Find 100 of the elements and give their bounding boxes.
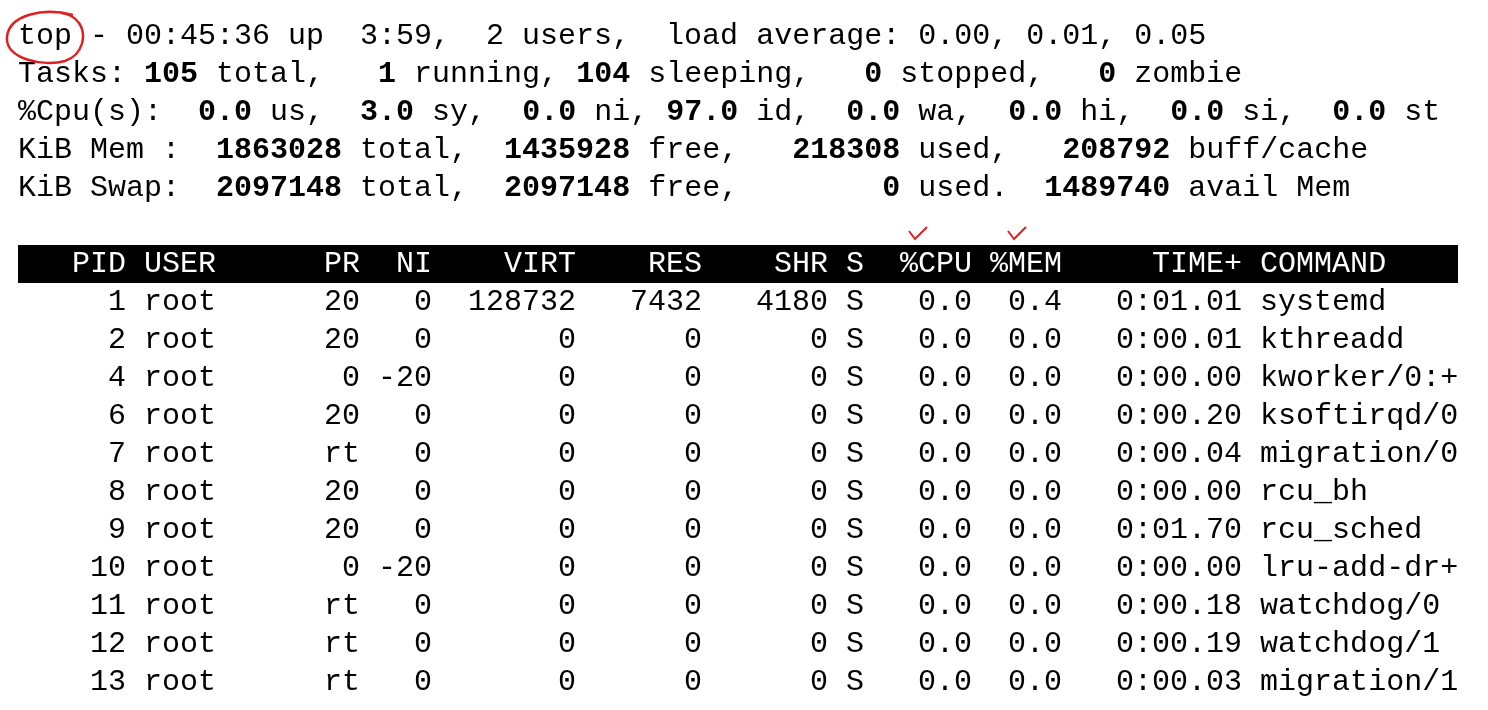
- table-cell-text: 0:00.04: [1115, 436, 1243, 473]
- table-cell-text: 0.0: [917, 398, 973, 435]
- table-cell-text: 0.0: [917, 512, 973, 549]
- table-cell-text: ksoftirqd/0: [1259, 398, 1459, 435]
- table-cell-text: 0: [557, 512, 577, 549]
- table-cell-text: 0.0: [917, 360, 973, 397]
- table-cell-text: root: [143, 284, 218, 321]
- table-cell-text: 0: [557, 664, 577, 701]
- table-cell-text: 0: [557, 436, 577, 473]
- column-header: %MEM: [989, 246, 1063, 283]
- summary-line: %Cpu(s): 0.0 us, 3.0 sy, 0.0 ni, 97.0 id, 0.0 wa, 0.0 hi, 0.0 si, 0.0 st: [18, 94, 1441, 131]
- table-cell-text: 0: [683, 664, 703, 701]
- table-cell-text: 0: [809, 398, 829, 435]
- table-cell-text: 0: [557, 588, 577, 625]
- table-cell-text: 4180: [755, 284, 829, 321]
- table-cell-text: 0: [413, 664, 433, 701]
- table-cell-text: 0.0: [917, 626, 973, 663]
- table-cell-text: 0: [557, 398, 577, 435]
- table-cell-text: 4: [107, 360, 126, 397]
- table-cell-text: -20: [377, 360, 433, 397]
- table-cell-text: 20: [323, 284, 361, 321]
- table-cell-text: rt: [323, 588, 361, 625]
- table-cell-text: 0: [809, 588, 829, 625]
- summary-line: Tasks: 105 total, 1 running, 104 sleeping, 0 stopped, 0 zombie: [18, 56, 1243, 93]
- table-cell-text: S: [845, 322, 865, 359]
- table-cell-text: 0: [413, 588, 433, 625]
- table-cell-text: S: [845, 284, 865, 321]
- table-cell-text: 0: [683, 436, 703, 473]
- table-cell-text: 0: [413, 322, 433, 359]
- table-cell-text: 20: [323, 398, 361, 435]
- table-cell-text: rt: [323, 664, 361, 701]
- table-cell-text: 7432: [629, 284, 703, 321]
- table-cell-text: 12: [89, 626, 126, 663]
- table-cell-text: watchdog/1: [1259, 626, 1442, 663]
- table-cell-text: 0.0: [917, 436, 973, 473]
- table-cell-text: rcu_bh: [1259, 474, 1370, 511]
- table-cell-text: 11: [89, 588, 126, 625]
- table-cell-text: 7: [107, 436, 126, 473]
- table-cell-text: kworker/0:+: [1259, 360, 1459, 397]
- table-cell-text: kthreadd: [1259, 322, 1406, 359]
- table-cell-text: 0: [413, 626, 433, 663]
- table-cell-text: 0: [809, 322, 829, 359]
- table-cell-text: lru-add-dr+: [1259, 550, 1459, 587]
- table-cell-text: 0: [683, 360, 703, 397]
- table-cell-text: 10: [89, 550, 126, 587]
- table-cell-text: 0.0: [1007, 474, 1063, 511]
- table-cell-text: 0:00.00: [1115, 360, 1243, 397]
- table-cell-text: 0.0: [917, 550, 973, 587]
- uptime-text: - 00:45:36 up 3:59, 2 users, load average: 0.00, 0.01, 0.05: [89, 18, 1207, 55]
- table-cell-text: 0: [683, 588, 703, 625]
- table-cell-text: root: [143, 664, 218, 701]
- table-cell-text: 0:01.70: [1115, 512, 1243, 549]
- table-cell-text: root: [143, 550, 218, 587]
- summary-line: KiB Swap: 2097148 total, 2097148 free, 0 used. 1489740 avail Mem: [18, 170, 1351, 207]
- table-cell-text: 0:00.18: [1115, 588, 1243, 625]
- table-cell-text: rcu_sched: [1259, 512, 1424, 549]
- table-cell-text: 0.0: [1007, 664, 1063, 701]
- table-cell-text: S: [845, 626, 865, 663]
- table-cell-text: 0: [341, 550, 361, 587]
- table-cell-text: S: [845, 550, 865, 587]
- table-cell-text: 0: [413, 284, 433, 321]
- column-header: USER: [143, 246, 218, 283]
- table-cell-text: 0: [557, 474, 577, 511]
- table-cell-text: 0.0: [917, 588, 973, 625]
- table-cell-text: root: [143, 436, 218, 473]
- table-cell-text: 0.0: [1007, 398, 1063, 435]
- table-cell-text: 0: [683, 626, 703, 663]
- table-cell-text: 0.0: [917, 284, 973, 321]
- table-cell-text: 0:00.03: [1115, 664, 1243, 701]
- table-cell-text: 20: [323, 512, 361, 549]
- table-cell-text: 0.0: [1007, 550, 1063, 587]
- table-cell-text: 0: [413, 436, 433, 473]
- table-cell-text: 128732: [467, 284, 577, 321]
- table-cell-text: 0: [341, 360, 361, 397]
- table-cell-text: 0.0: [1007, 626, 1063, 663]
- table-cell-text: migration/0: [1259, 436, 1459, 473]
- table-cell-text: root: [143, 512, 218, 549]
- table-cell-text: root: [143, 626, 218, 663]
- table-cell-text: rt: [323, 626, 361, 663]
- summary-line: KiB Mem : 1863028 total, 1435928 free, 218308 used, 208792 buff/cache: [18, 132, 1369, 169]
- table-cell-text: 0: [809, 360, 829, 397]
- table-cell-text: 0: [809, 436, 829, 473]
- table-cell-text: 0: [683, 322, 703, 359]
- table-cell-text: 20: [323, 322, 361, 359]
- table-cell-text: -20: [377, 550, 433, 587]
- table-cell-text: 0: [809, 664, 829, 701]
- table-cell-text: S: [845, 398, 865, 435]
- table-cell-text: 2: [107, 322, 126, 359]
- table-cell-text: 0:00.19: [1115, 626, 1243, 663]
- table-cell-text: 0:00.00: [1115, 550, 1243, 587]
- table-cell-text: 0: [557, 550, 577, 587]
- table-cell-text: 0: [413, 474, 433, 511]
- table-cell-text: root: [143, 588, 218, 625]
- table-cell-text: 6: [107, 398, 126, 435]
- table-cell-text: 0.0: [1007, 360, 1063, 397]
- table-cell-text: S: [845, 360, 865, 397]
- table-cell-text: S: [845, 436, 865, 473]
- table-cell-text: 0: [809, 626, 829, 663]
- table-cell-text: S: [845, 664, 865, 701]
- table-cell-text: 0.0: [1007, 322, 1063, 359]
